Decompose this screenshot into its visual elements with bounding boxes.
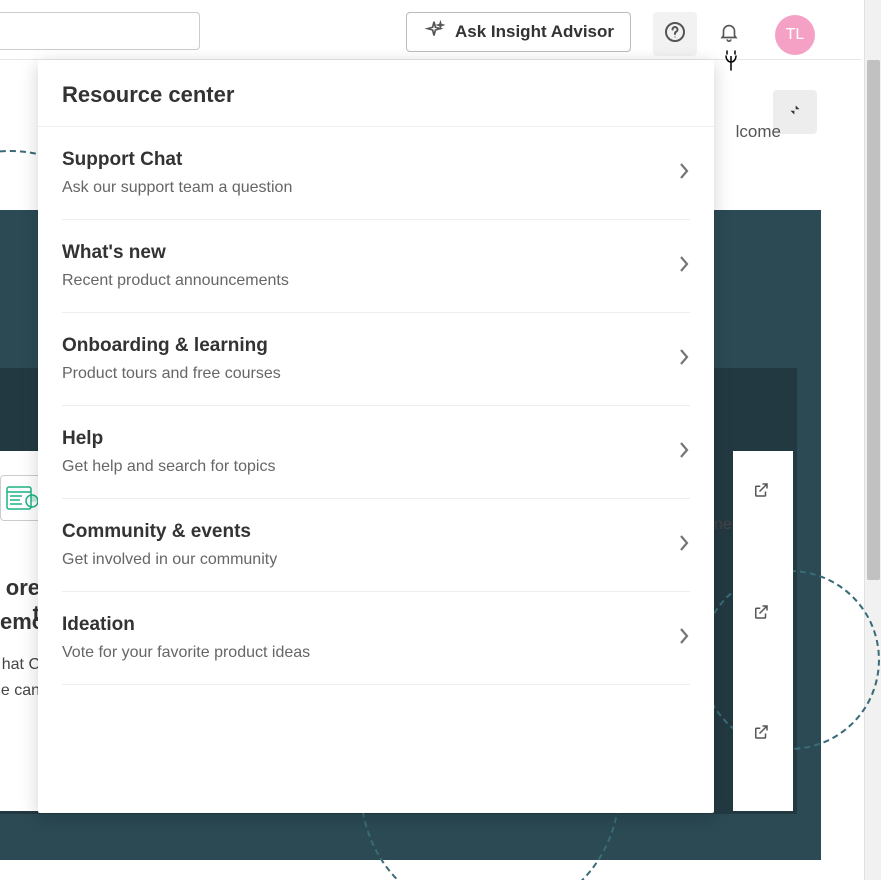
notifications-button[interactable]	[707, 12, 751, 56]
rc-item-title: What's new	[62, 242, 289, 264]
help-icon	[663, 20, 687, 49]
card-title-partial: emo	[0, 609, 40, 635]
search-input[interactable]	[0, 12, 200, 50]
rc-item-whats-new[interactable]: What's new Recent product announcements	[62, 220, 690, 313]
chevron-right-icon	[678, 348, 690, 371]
chevron-right-icon	[678, 255, 690, 278]
card-desc-partial: hat C	[0, 656, 40, 674]
right-card-text-partial: ne	[714, 516, 732, 534]
rc-item-title: Community & events	[62, 521, 277, 543]
help-button[interactable]	[653, 12, 697, 56]
rc-item-desc: Get help and search for topics	[62, 458, 275, 476]
external-link-icon[interactable]	[751, 722, 771, 742]
resource-center-title: Resource center	[62, 82, 690, 108]
sparkle-icon	[423, 19, 445, 46]
ask-insight-advisor-label: Ask Insight Advisor	[455, 22, 614, 42]
rc-item-title: Support Chat	[62, 149, 292, 171]
rc-item-title: Help	[62, 428, 275, 450]
chevron-right-icon	[678, 627, 690, 650]
rc-item-title: Onboarding & learning	[62, 335, 281, 357]
resource-center-list: Support Chat Ask our support team a ques…	[38, 127, 714, 813]
user-avatar[interactable]: TL	[775, 15, 815, 55]
chevron-right-icon	[678, 534, 690, 557]
rc-item-title: Ideation	[62, 614, 310, 636]
right-card-partial	[733, 451, 793, 811]
rc-item-community-events[interactable]: Community & events Get involved in our c…	[62, 499, 690, 592]
rc-item-onboarding-learning[interactable]: Onboarding & learning Product tours and …	[62, 313, 690, 406]
chevron-right-icon	[678, 162, 690, 185]
card-desc-partial: e can	[0, 682, 40, 700]
external-link-icon[interactable]	[751, 602, 771, 622]
rc-item-desc: Get involved in our community	[62, 551, 277, 569]
chevron-right-icon	[678, 441, 690, 464]
rc-item-desc: Product tours and free courses	[62, 365, 281, 383]
external-link-icon[interactable]	[751, 480, 771, 500]
compress-icon	[786, 101, 804, 124]
resource-center-popover: Resource center Support Chat Ask our sup…	[38, 60, 714, 813]
top-bar: Ask Insight Advisor TL	[0, 0, 861, 60]
vertical-scrollbar-thumb[interactable]	[867, 60, 880, 580]
resource-center-header: Resource center	[38, 60, 714, 127]
rc-item-help[interactable]: Help Get help and search for topics	[62, 406, 690, 499]
rc-item-ideation[interactable]: Ideation Vote for your favorite product …	[62, 592, 690, 685]
avatar-initials: TL	[786, 26, 805, 44]
rc-item-desc: Ask our support team a question	[62, 179, 292, 197]
vertical-scrollbar-track[interactable]	[864, 0, 881, 880]
rc-item-desc: Recent product announcements	[62, 272, 289, 290]
bell-icon	[718, 21, 740, 48]
welcome-text-partial: lcome	[736, 122, 781, 142]
ask-insight-advisor-button[interactable]: Ask Insight Advisor	[406, 12, 631, 52]
rc-item-desc: Vote for your favorite product ideas	[62, 644, 310, 662]
rc-item-support-chat[interactable]: Support Chat Ask our support team a ques…	[62, 127, 690, 220]
